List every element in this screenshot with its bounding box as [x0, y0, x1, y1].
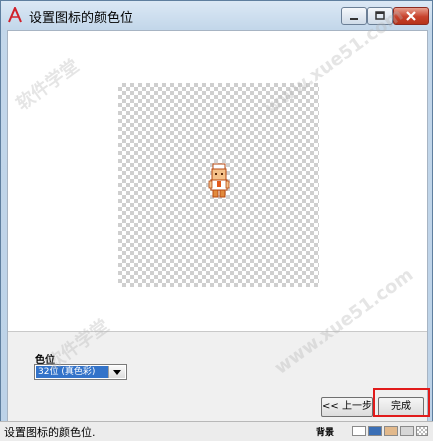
background-swatch-checkerboard[interactable] [416, 426, 428, 436]
background-swatch-tan[interactable] [384, 426, 398, 436]
background-label: 背景 [316, 428, 335, 438]
color-depth-selected-value: 32位 (真色彩) [36, 366, 110, 378]
background-swatch-white[interactable] [352, 426, 366, 436]
status-text: 设置图标的颜色位. [4, 426, 96, 439]
status-bar: 设置图标的颜色位. 背景 [0, 421, 433, 441]
window-title: 设置图标的颜色位 [29, 11, 134, 26]
dropdown-arrow-button[interactable] [108, 366, 125, 378]
chevron-down-icon [113, 370, 121, 375]
dialog-window: 设置图标的颜色位 色位 32位 (真色彩) << 上一步 完成 软件学堂 www… [0, 0, 433, 440]
transparent-canvas [118, 83, 319, 287]
app-logo-icon [8, 7, 22, 23]
minimize-button[interactable] [341, 7, 367, 25]
minimize-icon [350, 18, 358, 20]
background-swatch-gray[interactable] [400, 426, 414, 436]
finish-button-highlight [373, 388, 430, 417]
background-swatch-blue[interactable] [368, 426, 382, 436]
pixel-character-icon [208, 163, 230, 198]
previous-button[interactable]: << 上一步 [321, 397, 373, 417]
